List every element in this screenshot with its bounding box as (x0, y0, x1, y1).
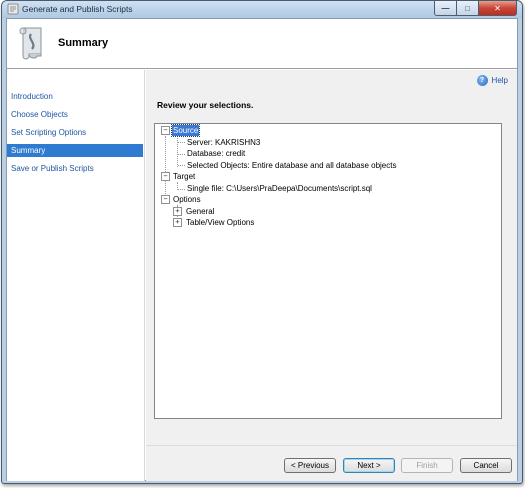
tree-connector (178, 189, 185, 190)
help-label: Help (491, 76, 508, 85)
wizard-footer: < Previous Next > Finish Cancel (146, 445, 517, 481)
sidebar-item-save-or-publish-scripts[interactable]: Save or Publish Scripts (7, 162, 143, 175)
tree-node-options[interactable]: Options (172, 194, 202, 205)
sidebar-item-summary[interactable]: Summary (7, 144, 143, 157)
cancel-button[interactable]: Cancel (460, 458, 512, 473)
wizard-client-area: Summary Introduction Choose Objects Set … (6, 18, 518, 481)
next-button[interactable]: Next > (343, 458, 395, 473)
tree-connector (177, 136, 178, 167)
general-expand-toggle[interactable]: + (173, 207, 182, 216)
tree-node-source[interactable]: Source (170, 124, 201, 137)
sidebar-item-choose-objects[interactable]: Choose Objects (7, 108, 143, 121)
tree-connector (165, 136, 166, 200)
wizard-sidebar: Introduction Choose Objects Set Scriptin… (7, 70, 145, 481)
summary-tree[interactable]: − Source Server: KAKRISHN3 Database: cre… (154, 123, 502, 419)
maximize-icon: □ (465, 3, 470, 13)
tree-node-database[interactable]: Database: credit (186, 148, 246, 159)
page-title: Summary (58, 37, 109, 49)
window-title: Generate and Publish Scripts (22, 4, 133, 14)
tree-node-single-file[interactable]: Single file: C:\Users\PraDeepa\Documents… (186, 183, 373, 194)
review-selections-label: Review your selections. (157, 100, 254, 110)
app-icon (7, 3, 19, 15)
minimize-icon: — (441, 3, 450, 13)
sidebar-item-set-scripting-options[interactable]: Set Scripting Options (7, 126, 143, 139)
previous-button[interactable]: < Previous (284, 458, 336, 473)
sidebar-item-introduction[interactable]: Introduction (7, 90, 143, 103)
title-bar[interactable]: Generate and Publish Scripts — □ ✕ (2, 1, 522, 18)
tree-node-general[interactable]: General (185, 206, 215, 217)
minimize-button[interactable]: — (434, 1, 457, 16)
wizard-window: Generate and Publish Scripts — □ ✕ Summa… (1, 0, 523, 484)
help-icon: ? (476, 75, 488, 86)
summary-content: ? Help Review your selections. − Source … (146, 70, 517, 445)
page-header: Summary (7, 19, 517, 69)
tree-node-table-view-options[interactable]: Table/View Options (185, 217, 255, 228)
target-collapse-toggle[interactable]: − (161, 172, 170, 181)
finish-button[interactable]: Finish (401, 458, 453, 473)
tree-connector (178, 142, 185, 143)
close-icon: ✕ (494, 3, 501, 13)
tree-node-server[interactable]: Server: KAKRISHN3 (186, 137, 261, 148)
maximize-button[interactable]: □ (457, 1, 479, 16)
caption-buttons: — □ ✕ (434, 1, 517, 16)
help-link[interactable]: ? Help (476, 75, 508, 86)
table-view-expand-toggle[interactable]: + (173, 218, 182, 227)
tree-connector (178, 154, 185, 155)
close-button[interactable]: ✕ (479, 1, 517, 16)
tree-node-target[interactable]: Target (172, 171, 196, 182)
source-collapse-toggle[interactable]: − (161, 126, 170, 135)
options-collapse-toggle[interactable]: − (161, 195, 170, 204)
tree-connector (178, 165, 185, 166)
script-scroll-icon (19, 27, 42, 60)
tree-node-selected-objects[interactable]: Selected Objects: Entire database and al… (186, 160, 397, 171)
